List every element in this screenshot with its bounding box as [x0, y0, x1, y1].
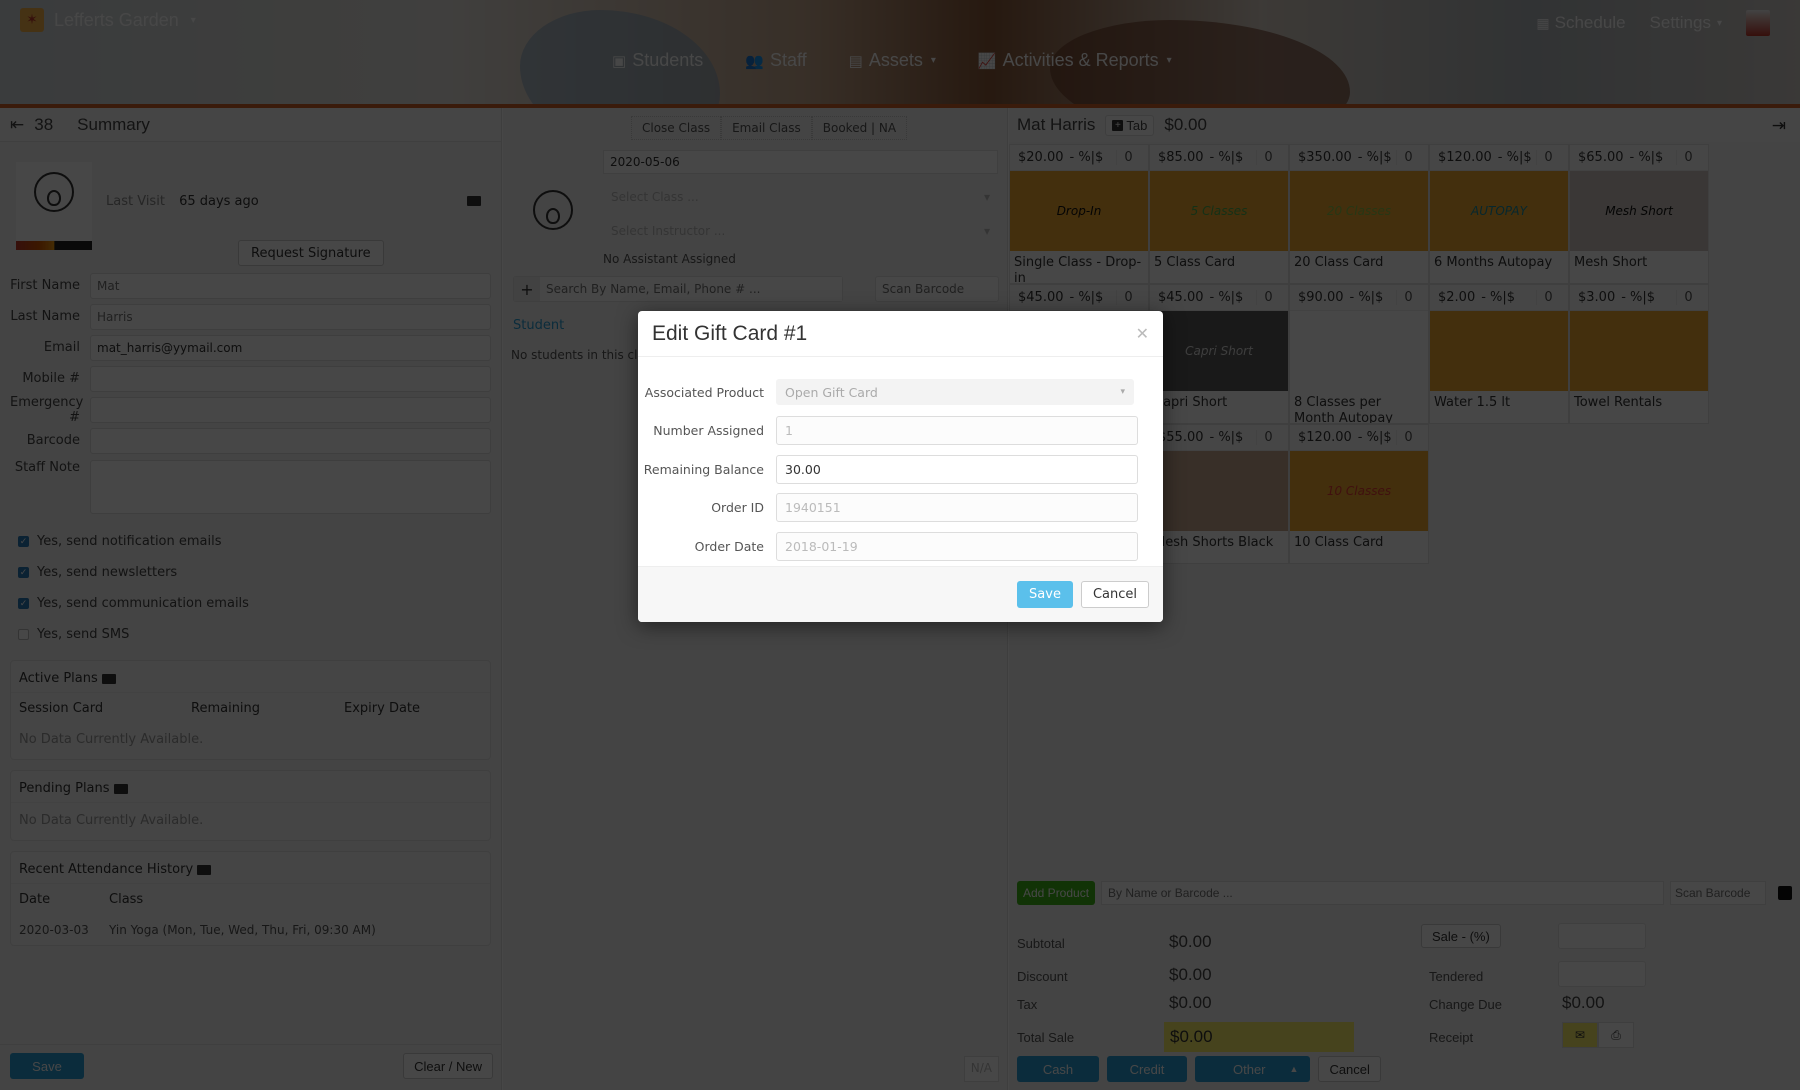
modal-footer: Save Cancel — [638, 566, 1163, 622]
remaining-balance-input[interactable]: 30.00 — [776, 454, 1138, 484]
save-button[interactable]: Save — [1017, 581, 1073, 608]
associated-product-select[interactable]: Open Gift Card ▾ — [776, 379, 1134, 406]
associated-product-label: Associated Product — [644, 384, 764, 400]
order-id-label: Order ID — [711, 500, 764, 516]
modal-title: Edit Gift Card #1 — [652, 321, 808, 345]
close-icon[interactable]: ✕ — [1136, 324, 1149, 343]
order-date-row: Order Date 2018-01-19 — [638, 527, 1149, 566]
edit-gift-card-modal: Edit Gift Card #1 ✕ Associated Product O… — [638, 311, 1163, 622]
remaining-balance-label: Remaining Balance — [643, 461, 764, 477]
modal-body: Associated Product Open Gift Card ▾ Numb… — [638, 357, 1163, 566]
number-assigned-row: Number Assigned 1 — [638, 412, 1149, 451]
order-id-input[interactable]: 1940151 — [776, 493, 1138, 523]
associated-product-row: Associated Product Open Gift Card ▾ — [638, 373, 1149, 412]
chevron-down-icon: ▾ — [1120, 387, 1125, 398]
order-date-input[interactable]: 2018-01-19 — [776, 531, 1138, 561]
number-assigned-label: Number Assigned — [653, 423, 764, 439]
order-date-label: Order Date — [694, 538, 764, 554]
order-id-row: Order ID 1940151 — [638, 489, 1149, 528]
remaining-balance-row: Remaining Balance 30.00 — [638, 450, 1149, 489]
selected-value: Open Gift Card — [785, 384, 878, 400]
cancel-button[interactable]: Cancel — [1080, 581, 1149, 608]
modal-header: Edit Gift Card #1 ✕ — [638, 311, 1163, 357]
number-assigned-input[interactable]: 1 — [776, 416, 1138, 446]
